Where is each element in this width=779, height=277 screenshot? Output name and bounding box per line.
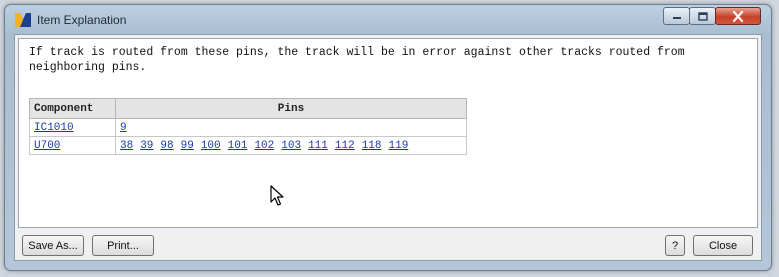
close-icon bbox=[732, 10, 744, 22]
maximize-icon bbox=[697, 11, 708, 21]
table-row: IC1010 9 bbox=[29, 118, 467, 137]
column-header-component: Component bbox=[29, 98, 116, 119]
pin-link[interactable]: 101 bbox=[228, 140, 248, 152]
close-window-button[interactable] bbox=[715, 7, 761, 25]
minimize-icon bbox=[672, 17, 681, 19]
pin-link[interactable]: 112 bbox=[335, 140, 355, 152]
pin-link[interactable]: 39 bbox=[140, 140, 153, 152]
pin-link[interactable]: 99 bbox=[181, 140, 194, 152]
pin-link[interactable]: 102 bbox=[254, 140, 274, 152]
pins-table: Component Pins IC1010 9 U700 38 39 98 99… bbox=[29, 98, 467, 155]
app-logo-icon bbox=[15, 13, 31, 27]
table-header-row: Component Pins bbox=[29, 98, 467, 119]
help-button[interactable]: ? bbox=[665, 235, 685, 256]
close-button[interactable]: Close bbox=[693, 235, 753, 256]
save-as-button[interactable]: Save As... bbox=[22, 235, 84, 256]
minimize-button[interactable] bbox=[663, 7, 690, 25]
pins-cell: 38 39 98 99 100 101 102 103 111 112 118 119 bbox=[115, 136, 467, 155]
mouse-pointer-icon bbox=[270, 185, 284, 206]
pin-link[interactable]: 103 bbox=[281, 140, 301, 152]
pins-cell: 9 bbox=[115, 118, 467, 137]
table-row: U700 38 39 98 99 100 101 102 103 111 112 118 119 bbox=[29, 136, 467, 155]
dialog-body: If track is routed from these pins, the … bbox=[14, 34, 762, 261]
column-header-pins: Pins bbox=[115, 98, 467, 119]
pin-link[interactable]: 118 bbox=[362, 140, 382, 152]
component-link[interactable]: IC1010 bbox=[34, 122, 74, 134]
explanation-message: If track is routed from these pins, the … bbox=[29, 46, 685, 74]
pin-link[interactable]: 119 bbox=[389, 140, 409, 152]
maximize-button[interactable] bbox=[689, 7, 716, 25]
print-button[interactable]: Print... bbox=[92, 235, 154, 256]
pin-link[interactable]: 38 bbox=[120, 140, 133, 152]
component-link[interactable]: U700 bbox=[34, 140, 60, 152]
pin-link[interactable]: 98 bbox=[160, 140, 173, 152]
pin-link[interactable]: 100 bbox=[201, 140, 221, 152]
pin-link[interactable]: 9 bbox=[120, 122, 127, 134]
pin-link[interactable]: 111 bbox=[308, 140, 328, 152]
window-title: Item Explanation bbox=[37, 13, 127, 27]
component-cell: IC1010 bbox=[29, 118, 116, 137]
item-explanation-window: Item Explanation If track is routed from… bbox=[4, 4, 772, 271]
explanation-panel: If track is routed from these pins, the … bbox=[18, 38, 758, 228]
component-cell: U700 bbox=[29, 136, 116, 155]
title-bar[interactable]: Item Explanation bbox=[5, 5, 771, 35]
